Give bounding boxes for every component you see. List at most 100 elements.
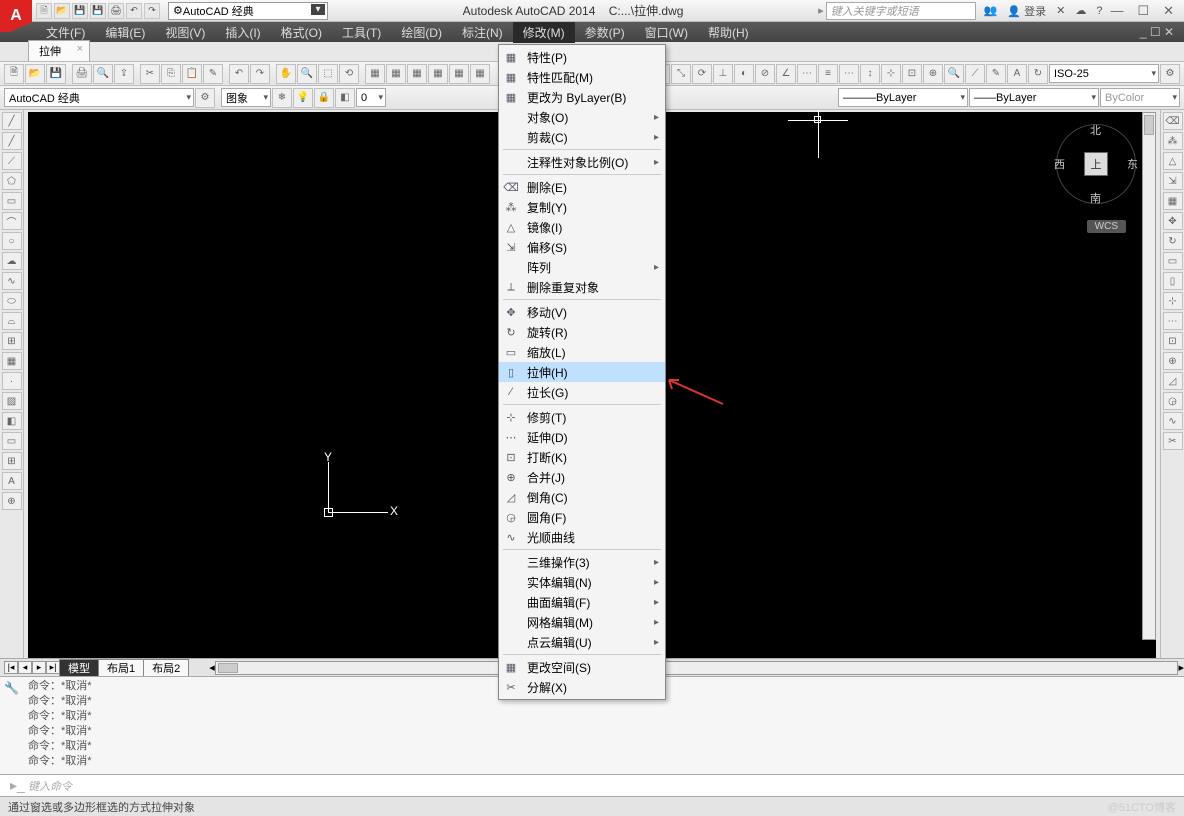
menu-draw[interactable]: 绘图(D) [391, 22, 452, 43]
mtext-button[interactable]: A [2, 472, 22, 490]
scale-button[interactable]: ▭ [1163, 252, 1183, 270]
open-icon[interactable]: 📂 [54, 3, 70, 19]
zoomprev-button[interactable]: ⟲ [339, 64, 359, 84]
dim-baseline-button[interactable]: ≡ [818, 64, 838, 84]
inspect-button[interactable]: 🔍 [944, 64, 964, 84]
tolerance-button[interactable]: ⊡ [902, 64, 922, 84]
menu-item[interactable]: ⋯延伸(D) [499, 427, 665, 447]
layout-tab-1[interactable]: 布局1 [98, 659, 144, 677]
menu-item[interactable]: ⌫删除(E) [499, 177, 665, 197]
ellipse-button[interactable]: ⬭ [2, 292, 22, 310]
copy-button-2[interactable]: ⁂ [1163, 132, 1183, 150]
menu-view[interactable]: 视图(V) [155, 22, 215, 43]
linetype-select[interactable]: ——— ByLayer [838, 88, 968, 107]
array-button[interactable]: ▦ [1163, 192, 1183, 210]
dim-radius-button[interactable]: ◐ [734, 64, 754, 84]
redo-button[interactable]: ↷ [250, 64, 270, 84]
menu-item[interactable]: ∿光顺曲线 [499, 527, 665, 547]
dim-angular-button[interactable]: ∠ [776, 64, 796, 84]
workspace-select-2[interactable]: AutoCAD 经典 [4, 88, 194, 107]
nav-first[interactable]: |◂ [4, 661, 18, 674]
polygon-button[interactable]: ⬠ [2, 172, 22, 190]
dimupdate-button[interactable]: ↻ [1028, 64, 1048, 84]
menu-item[interactable]: ✂分解(X) [499, 677, 665, 697]
undo-icon[interactable]: ↶ [126, 3, 142, 19]
hatch-button[interactable]: ▨ [2, 392, 22, 410]
layout-tab-model[interactable]: 模型 [59, 659, 99, 677]
dim-arc-button[interactable]: ⟳ [692, 64, 712, 84]
menu-item[interactable]: ↻旋转(R) [499, 322, 665, 342]
insert-button[interactable]: ⊞ [2, 332, 22, 350]
menu-item[interactable]: 三维操作(3) [499, 552, 665, 572]
saveas-icon[interactable]: 💾 [90, 3, 106, 19]
save-icon[interactable]: 💾 [72, 3, 88, 19]
fillet-button[interactable]: ◶ [1163, 392, 1183, 410]
join-button[interactable]: ⊕ [1163, 352, 1183, 370]
viewcube-top[interactable]: 上 [1084, 152, 1108, 176]
menu-item[interactable]: 点云编辑(U) [499, 632, 665, 652]
dim-space-button[interactable]: ↕ [860, 64, 880, 84]
menu-item[interactable]: ▦更改为 ByLayer(B) [499, 87, 665, 107]
plot-button[interactable]: 🖨 [72, 64, 92, 84]
autodesk-360-icon[interactable]: ☁ [1075, 4, 1086, 17]
menu-format[interactable]: 格式(O) [271, 22, 332, 43]
menu-edit[interactable]: 编辑(E) [95, 22, 155, 43]
layer-lock-button[interactable]: 🔒 [314, 88, 334, 108]
sheetset-button[interactable]: ▦ [428, 64, 448, 84]
menu-tools[interactable]: 工具(T) [332, 22, 391, 43]
menu-item[interactable]: ⊕合并(J) [499, 467, 665, 487]
menu-item[interactable]: ⊹修剪(T) [499, 407, 665, 427]
menu-item[interactable]: 实体编辑(N) [499, 572, 665, 592]
menu-item[interactable]: 阵列 [499, 257, 665, 277]
menu-item[interactable]: ⟂删除重复对象 [499, 277, 665, 297]
layer-freeze-button[interactable]: ❄ [272, 88, 292, 108]
menu-item[interactable]: 剪裁(C) [499, 127, 665, 147]
search-input[interactable]: 键入关键字或短语 [826, 2, 976, 20]
exchange-icon[interactable]: 👥 [984, 4, 998, 17]
point-button[interactable]: · [2, 372, 22, 390]
matchprop-button[interactable]: ✎ [203, 64, 223, 84]
dim-quick-button[interactable]: ⋯ [797, 64, 817, 84]
save-button[interactable]: 💾 [46, 64, 66, 84]
centermark-button[interactable]: ⊕ [923, 64, 943, 84]
blend-button[interactable]: ∿ [1163, 412, 1183, 430]
rectangle-button[interactable]: ▭ [2, 192, 22, 210]
explode-button[interactable]: ✂ [1163, 432, 1183, 450]
menu-dimension[interactable]: 标注(N) [452, 22, 513, 43]
command-input[interactable]: ▸_ 键入命令 [0, 774, 1184, 796]
chamfer-button[interactable]: ◿ [1163, 372, 1183, 390]
joggedlinear-button[interactable]: ⟋ [965, 64, 985, 84]
pan-button[interactable]: ✋ [276, 64, 296, 84]
menu-item[interactable]: ⊡打断(K) [499, 447, 665, 467]
toolpalettes-button[interactable]: ▦ [407, 64, 427, 84]
layer-state-select[interactable]: 图象 [221, 88, 271, 107]
revcloud-button[interactable]: ☁ [2, 252, 22, 270]
help-icon[interactable]: ? [1096, 5, 1102, 17]
copy-button[interactable]: ⎘ [161, 64, 181, 84]
exchange-app-icon[interactable]: ✕ [1056, 4, 1065, 17]
dim-continue-button[interactable]: ⋯ [839, 64, 859, 84]
dimedit-button[interactable]: ✎ [986, 64, 1006, 84]
menu-modify[interactable]: 修改(M) [513, 22, 575, 43]
dimtedit-button[interactable]: A [1007, 64, 1027, 84]
dim-diameter-button[interactable]: ⊘ [755, 64, 775, 84]
menu-item[interactable]: ✥移动(V) [499, 302, 665, 322]
menu-item[interactable]: 对象(O) [499, 107, 665, 127]
plotstyle-select[interactable]: ByColor [1100, 88, 1180, 107]
zoom-button[interactable]: 🔍 [297, 64, 317, 84]
new-button[interactable]: 🗎 [4, 64, 24, 84]
layout-tab-2[interactable]: 布局2 [143, 659, 189, 677]
table-button[interactable]: ⊞ [2, 452, 22, 470]
layer-off-button[interactable]: 💡 [293, 88, 313, 108]
erase-button[interactable]: ⌫ [1163, 112, 1183, 130]
document-tab[interactable]: 拉伸 × [28, 40, 90, 61]
dimstyle-select[interactable]: ISO-25 [1049, 64, 1159, 83]
mdi-minimize-button[interactable]: _ ☐ ✕ [1130, 23, 1184, 41]
stretch-button[interactable]: ▯ [1163, 272, 1183, 290]
open-button[interactable]: 📂 [25, 64, 45, 84]
dim-ordinate-button[interactable]: ⊥ [713, 64, 733, 84]
maximize-button[interactable]: ☐ [1137, 3, 1149, 19]
mirror-button[interactable]: △ [1163, 152, 1183, 170]
menu-window[interactable]: 窗口(W) [635, 22, 698, 43]
menu-item[interactable]: 网格编辑(M) [499, 612, 665, 632]
